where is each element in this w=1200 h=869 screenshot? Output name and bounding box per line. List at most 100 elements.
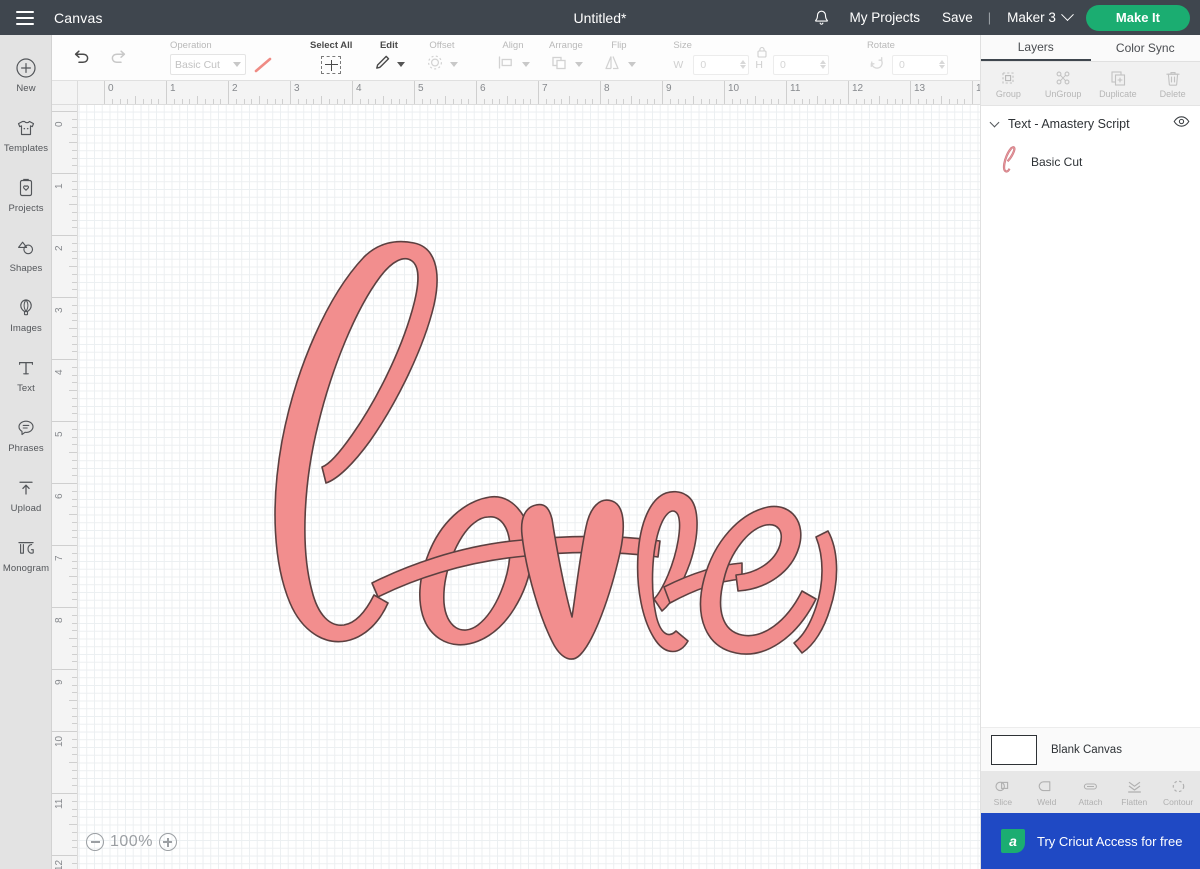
ruler-minor-tick [747, 99, 749, 104]
canvas-area[interactable]: 01234567891011121314 0123456789101112 [52, 81, 980, 869]
sidebar-item-shapes[interactable]: Shapes [0, 225, 52, 285]
clipboard-heart-icon [14, 176, 38, 200]
sidebar-item-images[interactable]: Images [0, 285, 52, 345]
cricut-access-promo[interactable]: a Try Cricut Access for free [981, 813, 1200, 869]
ruler-major-tick [848, 81, 849, 104]
notification-bell-icon[interactable] [804, 0, 838, 35]
ruler-minor-tick [69, 328, 77, 329]
rotate-input[interactable]: 0 [891, 54, 948, 75]
weld-button[interactable]: Weld [1025, 771, 1069, 813]
ruler-label: 10 [54, 735, 65, 747]
arrange-group[interactable]: Arrange [539, 40, 592, 76]
tab-color-sync[interactable]: Color Sync [1091, 35, 1200, 61]
ruler-major-tick [662, 81, 663, 104]
ruler-minor-tick [553, 99, 555, 104]
tshirt-icon [14, 116, 38, 140]
ruler-label: 8 [54, 617, 65, 623]
ruler-minor-tick [731, 99, 733, 104]
operation-color-swatch[interactable] [250, 54, 276, 75]
height-stepper[interactable] [819, 60, 826, 69]
rotate-stepper[interactable] [938, 60, 945, 69]
ruler-minor-tick [545, 99, 547, 104]
flip-group[interactable]: Flip [592, 40, 645, 76]
operation-label: Operation [170, 39, 212, 51]
layer-group-row[interactable]: Text - Amastery Script [981, 106, 1200, 142]
make-it-button[interactable]: Make It [1085, 4, 1190, 31]
ruler-label: 4 [356, 83, 362, 94]
machine-selector[interactable]: Maker 3 [995, 8, 1078, 25]
edit-group[interactable]: Edit [362, 40, 415, 76]
duplicate-button[interactable]: Duplicate [1091, 62, 1146, 105]
sidebar-item-text[interactable]: Text [0, 345, 52, 405]
tab-layers[interactable]: Layers [981, 35, 1091, 61]
ruler-minor-tick [69, 576, 77, 577]
flatten-button[interactable]: Flatten [1112, 771, 1156, 813]
minus-circle-icon[interactable] [86, 833, 104, 851]
offset-group[interactable]: Offset [415, 40, 468, 76]
canvas-label[interactable]: Canvas [54, 10, 103, 26]
my-projects-link[interactable]: My Projects [838, 10, 931, 25]
ruler-minor-tick [212, 99, 214, 104]
slice-button[interactable]: Slice [981, 771, 1025, 813]
ruler-minor-tick [158, 99, 160, 104]
ruler-minor-tick [72, 165, 77, 167]
ruler-label: 6 [54, 493, 65, 499]
ruler-minor-tick [297, 99, 299, 104]
blank-canvas-swatch[interactable] [991, 734, 1037, 765]
group-button[interactable]: Group [981, 62, 1036, 105]
ruler-minor-tick [809, 99, 811, 104]
contour-button[interactable]: Contour [1156, 771, 1200, 813]
hamburger-menu-icon[interactable] [0, 0, 50, 35]
eye-icon[interactable] [1173, 115, 1190, 133]
plus-circle-icon[interactable] [158, 833, 177, 851]
ruler-minor-tick [72, 196, 77, 198]
ruler-minor-tick [948, 99, 950, 104]
ruler-label: 10 [728, 83, 740, 94]
sidebar-item-monogram[interactable]: Monogram [0, 525, 52, 585]
chevron-down-icon [628, 62, 637, 67]
redo-icon[interactable] [108, 47, 130, 69]
blank-canvas-row[interactable]: Blank Canvas [981, 727, 1200, 771]
ruler-label: 6 [480, 83, 486, 94]
operation-select[interactable]: Basic Cut [170, 54, 246, 75]
top-bar-right: My Projects Save | Maker 3 Make It [804, 0, 1200, 35]
save-button[interactable]: Save [931, 10, 984, 25]
layer-child-row[interactable]: Basic Cut [981, 142, 1200, 182]
width-input[interactable]: 0 [693, 54, 750, 75]
slice-label: Slice [993, 796, 1013, 807]
width-stepper[interactable] [740, 60, 747, 69]
ruler-minor-tick [72, 459, 77, 461]
ruler-minor-tick [251, 99, 253, 104]
sidebar-item-new[interactable]: New [0, 45, 52, 105]
delete-button[interactable]: Delete [1145, 62, 1200, 105]
sidebar-item-phrases[interactable]: Phrases [0, 405, 52, 465]
ruler-label: 14 [976, 83, 980, 94]
ruler-minor-tick [925, 99, 927, 104]
select-all-group[interactable]: Select All [300, 40, 362, 76]
rotate-icon[interactable] [867, 53, 886, 76]
ruler-minor-tick [445, 96, 446, 104]
align-group[interactable]: Align [486, 40, 539, 76]
size-group: Size W 0 H 0 [663, 40, 839, 76]
height-input[interactable]: 0 [772, 54, 829, 75]
ruler-minor-tick [801, 99, 803, 104]
artwork-love-script[interactable] [268, 235, 848, 665]
sidebar-item-projects[interactable]: Projects [0, 165, 52, 225]
lock-icon[interactable] [755, 45, 769, 64]
undo-icon[interactable] [70, 47, 92, 69]
ruler-minor-tick [72, 692, 77, 694]
ruler-minor-tick [72, 343, 77, 345]
ungroup-label: UnGroup [1044, 88, 1082, 99]
align-label: Align [502, 39, 524, 51]
ruler-label: 1 [170, 83, 176, 94]
sidebar-item-upload[interactable]: Upload [0, 465, 52, 525]
ungroup-button[interactable]: UnGroup [1036, 62, 1091, 105]
sidebar-item-templates[interactable]: Templates [0, 105, 52, 165]
ruler-minor-tick [72, 622, 77, 624]
attach-button[interactable]: Attach [1069, 771, 1113, 813]
ruler-minor-tick [530, 99, 532, 104]
ruler-label: 9 [54, 679, 65, 685]
canvas-grid[interactable] [78, 105, 980, 869]
chevron-down-icon[interactable] [989, 117, 1000, 128]
operation-value: Basic Cut [175, 58, 220, 71]
